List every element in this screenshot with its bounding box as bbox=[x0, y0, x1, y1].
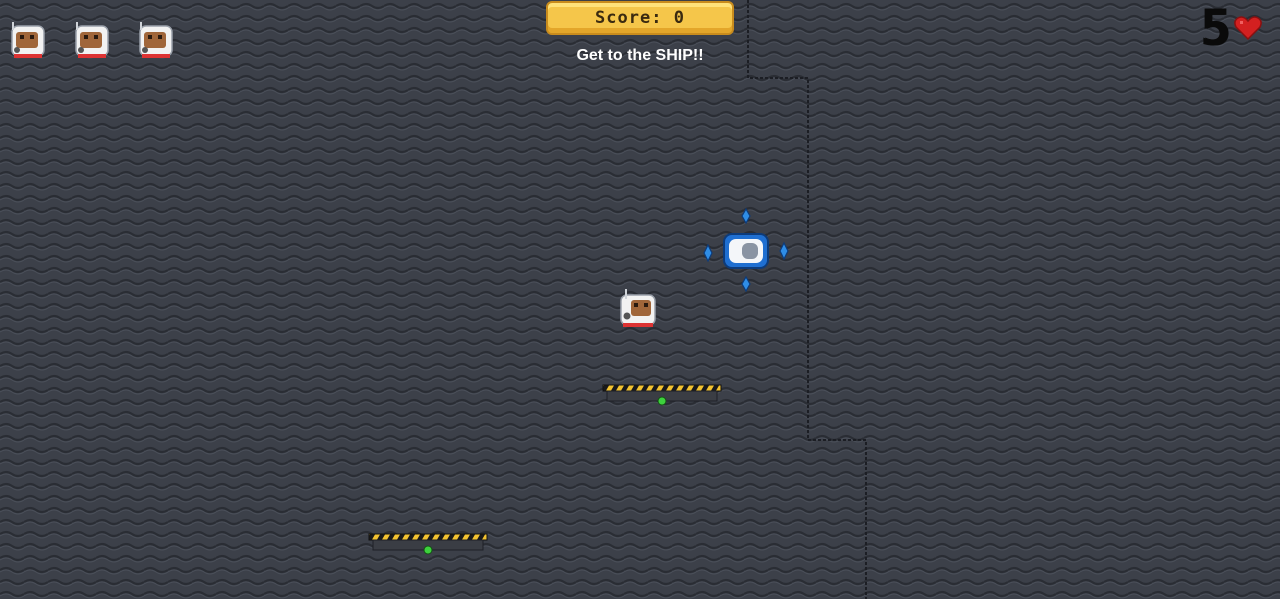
lives-remaining bbox=[8, 20, 176, 62]
score-value: 0 bbox=[673, 8, 685, 28]
objective-message: Get to the SHIP!! bbox=[576, 47, 704, 64]
astronaut-player[interactable] bbox=[619, 289, 659, 331]
astronaut-icon bbox=[8, 20, 48, 62]
score-label: Score: bbox=[595, 8, 663, 28]
astronaut-icon bbox=[136, 20, 176, 62]
heart-icon bbox=[1234, 16, 1262, 41]
score-display: Score: 0 bbox=[546, 1, 734, 35]
astronaut-icon bbox=[72, 20, 112, 62]
health-value: 5 bbox=[1199, 0, 1230, 57]
platform bbox=[368, 533, 488, 555]
ship-icon bbox=[703, 207, 789, 293]
health-display: 5 bbox=[1199, 0, 1262, 57]
platform bbox=[602, 384, 722, 406]
